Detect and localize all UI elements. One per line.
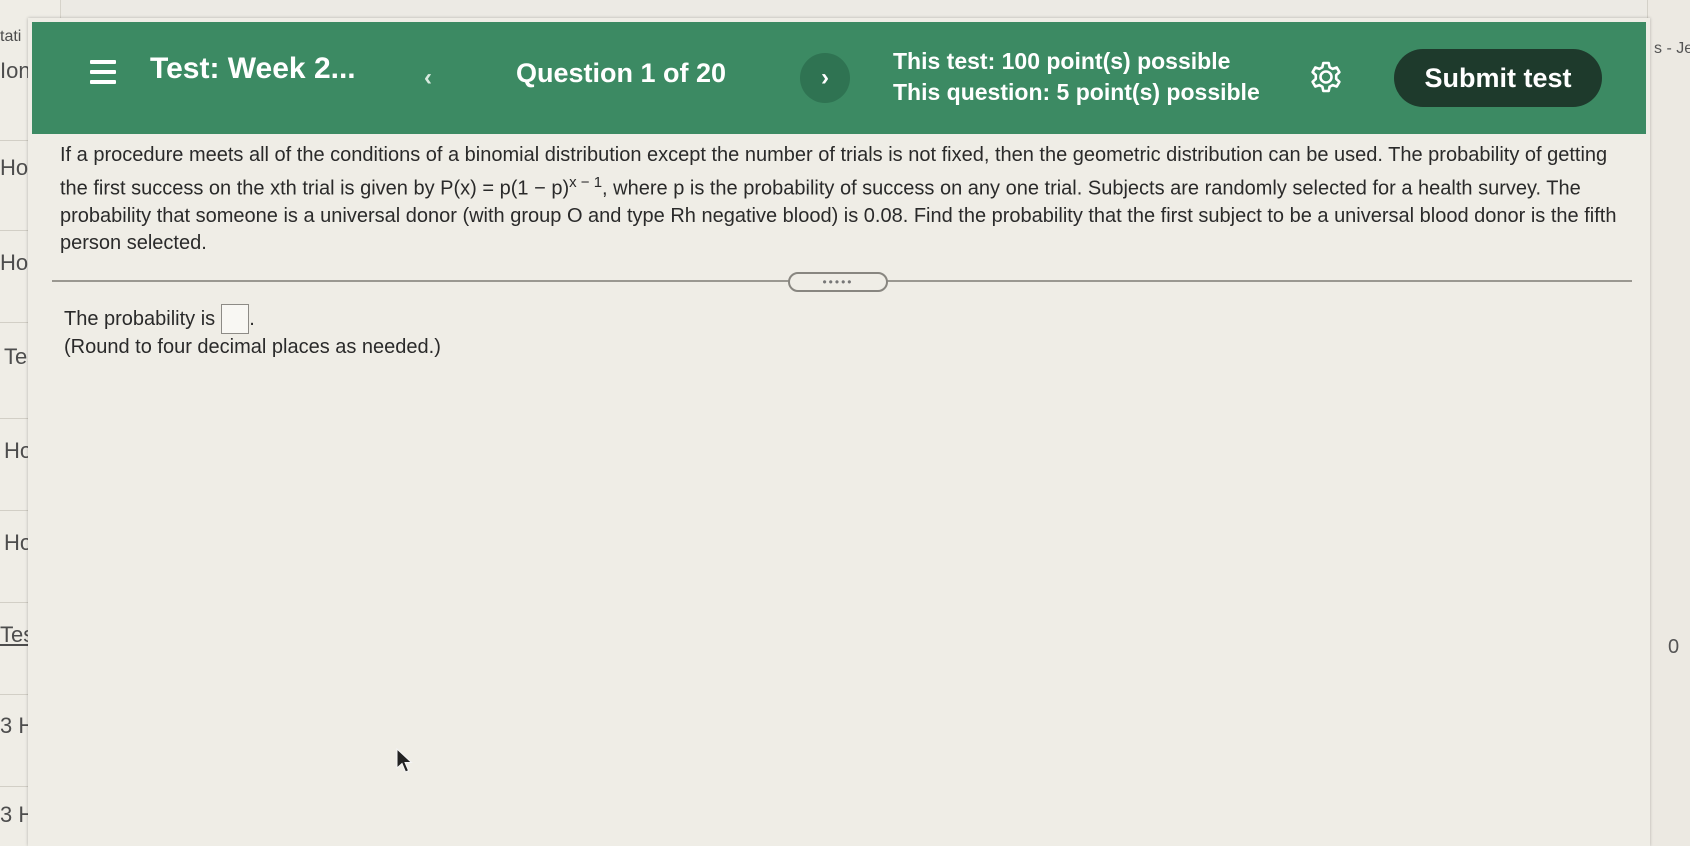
- divider-drag-handle[interactable]: •••••: [788, 272, 888, 292]
- background-right-panel: s - Je 0: [1647, 0, 1690, 846]
- background-top-strip: [0, 0, 1690, 18]
- question-text: If a procedure meets all of the conditio…: [60, 142, 1626, 257]
- answer-suffix: .: [249, 307, 255, 330]
- answer-prompt: The probability is: [64, 307, 216, 330]
- mouse-pointer-icon: [396, 748, 413, 773]
- menu-icon[interactable]: [90, 60, 118, 86]
- next-question-button[interactable]: ›: [800, 53, 850, 103]
- rounding-instruction: (Round to four decimal places as needed.…: [64, 336, 441, 358]
- previous-question-button[interactable]: ‹: [403, 53, 453, 103]
- question-counter: Question 1 of 20: [516, 58, 727, 88]
- answer-line: The probability is .: [64, 304, 255, 334]
- settings-gear-icon[interactable]: [1309, 60, 1343, 94]
- background-label: 0: [1668, 636, 1680, 658]
- test-window: Test: Week 2... ‹ Question 1 of 20 › Thi…: [28, 18, 1650, 846]
- points-info: This test: 100 point(s) possible This qu…: [893, 46, 1260, 108]
- background-label: tati: [0, 28, 22, 45]
- question-points: This question: 5 point(s) possible: [893, 79, 1260, 105]
- probability-answer-input[interactable]: [221, 304, 250, 334]
- background-label: s - Je: [1654, 40, 1690, 57]
- background-label: Ion: [0, 58, 31, 83]
- test-points: This test: 100 point(s) possible: [893, 48, 1231, 74]
- test-title[interactable]: Test: Week 2...: [150, 52, 356, 86]
- submit-test-button[interactable]: Submit test: [1394, 49, 1602, 107]
- test-header-bar: Test: Week 2... ‹ Question 1 of 20 › Thi…: [32, 22, 1646, 134]
- formula-exponent: x − 1: [569, 174, 603, 191]
